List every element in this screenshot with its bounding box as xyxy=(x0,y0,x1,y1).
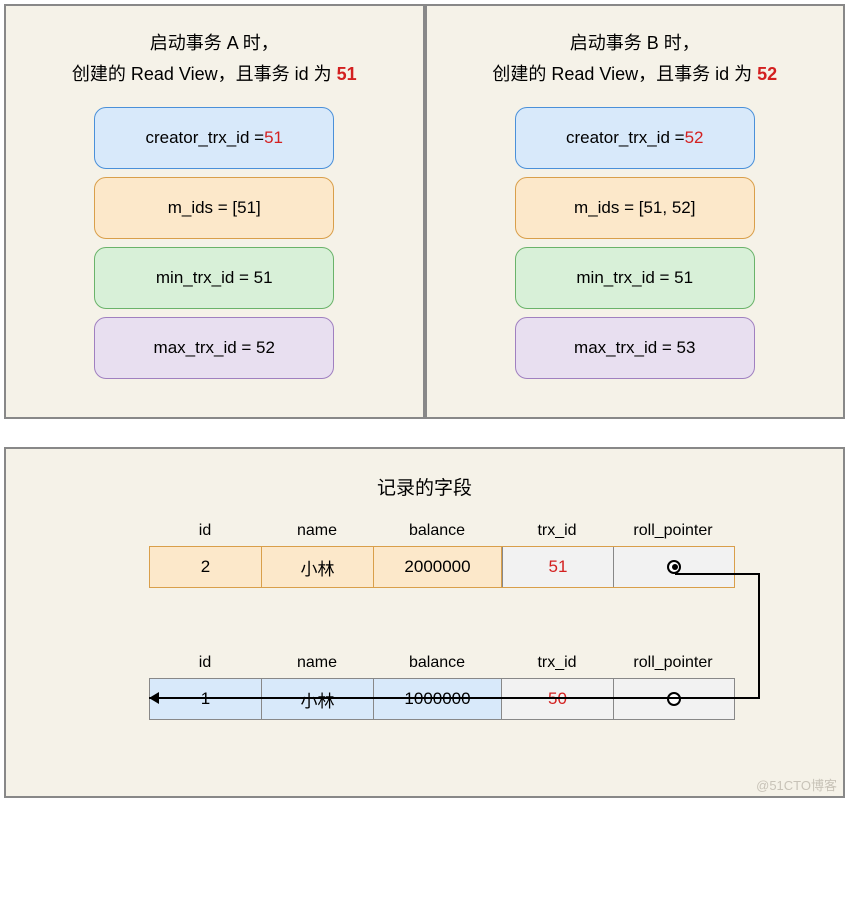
title-line2-pre: 创建的 Read View，且事务 id 为 xyxy=(492,64,757,84)
roll-pointer-arrow xyxy=(24,522,824,772)
max-trx-id-box: max_trx_id = 52 xyxy=(94,317,334,379)
creator-label: creator_trx_id = xyxy=(145,128,264,148)
title-line2-pre: 创建的 Read View，且事务 id 为 xyxy=(72,64,337,84)
title-line1: 启动事务 A 时， xyxy=(150,33,279,53)
creator-trx-id-box: creator_trx_id = 52 xyxy=(515,107,755,169)
m-ids-box: m_ids = [51] xyxy=(94,177,334,239)
watermark-text: @51CTO博客 xyxy=(756,775,837,794)
panel-transaction-b: 启动事务 B 时， 创建的 Read View，且事务 id 为 52 crea… xyxy=(425,4,846,419)
creator-val: 51 xyxy=(264,128,283,148)
record-fields-panel: 记录的字段 id name balance trx_id roll_pointe… xyxy=(4,447,845,798)
creator-trx-id-box: creator_trx_id = 51 xyxy=(94,107,334,169)
panel-a-title: 启动事务 A 时， 创建的 Read View，且事务 id 为 51 xyxy=(24,28,405,89)
m-ids-box: m_ids = [51, 52] xyxy=(515,177,755,239)
readview-stack-b: creator_trx_id = 52 m_ids = [51, 52] min… xyxy=(445,107,826,379)
creator-val: 52 xyxy=(685,128,704,148)
panel-transaction-a: 启动事务 A 时， 创建的 Read View，且事务 id 为 51 crea… xyxy=(4,4,425,419)
title-id: 51 xyxy=(337,64,357,84)
title-id: 52 xyxy=(757,64,777,84)
panel-b-title: 启动事务 B 时， 创建的 Read View，且事务 id 为 52 xyxy=(445,28,826,89)
min-trx-id-box: min_trx_id = 51 xyxy=(94,247,334,309)
bottom-title: 记录的字段 xyxy=(24,473,825,500)
readview-stack-a: creator_trx_id = 51 m_ids = [51] min_trx… xyxy=(24,107,405,379)
creator-label: creator_trx_id = xyxy=(566,128,685,148)
min-trx-id-box: min_trx_id = 51 xyxy=(515,247,755,309)
title-line1: 启动事务 B 时， xyxy=(570,33,700,53)
max-trx-id-box: max_trx_id = 53 xyxy=(515,317,755,379)
